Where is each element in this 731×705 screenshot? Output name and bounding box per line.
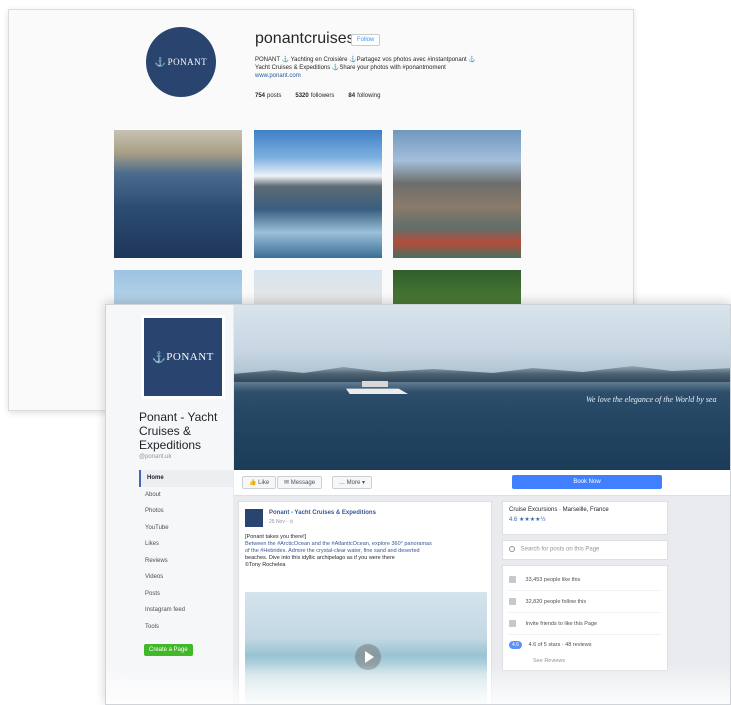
more-label: More xyxy=(346,480,361,486)
post-author-avatar[interactable] xyxy=(245,509,263,527)
cover-ship-superstructure xyxy=(362,381,388,387)
following-label: following xyxy=(357,93,381,99)
cover-mountains xyxy=(234,366,730,382)
create-page-button[interactable]: Create a Page xyxy=(144,644,193,656)
post-video[interactable] xyxy=(245,592,487,704)
page-action-bar: 👍 Like ✉ Message … More ▾ Book Now xyxy=(234,470,730,496)
bio-link[interactable]: www.ponant.com xyxy=(255,72,525,80)
facebook-post: Ponant - Yacht Cruises & Expeditions 25 … xyxy=(238,501,492,704)
followers-stat[interactable]: 5320 followers xyxy=(295,93,334,99)
following-stat[interactable]: 84 following xyxy=(348,93,380,99)
more-button[interactable]: … More ▾ xyxy=(332,476,373,489)
facebook-right-column: Cruise Excursions · Marseille, France 4.… xyxy=(502,501,668,676)
ellipsis-icon: … xyxy=(339,480,345,486)
message-label: Message xyxy=(290,480,316,486)
page-title: Ponant - Yacht Cruises & Expeditions xyxy=(139,410,218,452)
likes-stat: 33,453 people like this xyxy=(509,569,661,591)
nav-item-videos[interactable]: Videos xyxy=(139,569,233,586)
invite-icon xyxy=(509,620,516,628)
post-date[interactable]: 25 Nov · ⊙ xyxy=(269,519,293,525)
search-icon xyxy=(509,546,515,552)
nav-item-instagram-feed[interactable]: Instagram feed xyxy=(139,602,233,619)
invite-friends[interactable]: Invite friends to like this Page xyxy=(509,613,661,635)
post-text-line: [Ponant takes you there!] xyxy=(245,534,307,540)
followers-label: followers xyxy=(310,93,335,99)
instagram-avatar[interactable]: ⚓ PONANT xyxy=(146,27,216,97)
post-text-line: ©Tony Rochelea xyxy=(245,562,286,568)
instagram-photo-tile[interactable] xyxy=(393,130,521,258)
cover-tagline: We love the elegance of the World by sea xyxy=(586,395,717,404)
followers-count: 5320 xyxy=(295,93,309,99)
page-rating: 4.6 ★★★★½ xyxy=(509,517,546,523)
post-author-name[interactable]: Ponant - Yacht Cruises & Expeditions xyxy=(269,510,376,516)
bio-line-1: PONANT ⚓ Yachting en Croisière ⚓Partagez… xyxy=(255,57,476,63)
follows-stat: 32,820 people follow this xyxy=(509,591,661,613)
posts-count: 754 xyxy=(255,93,266,99)
instagram-photo-tile[interactable] xyxy=(254,130,382,258)
nav-item-reviews[interactable]: Reviews xyxy=(139,553,233,570)
reviews-text: 4.6 of 5 stars · 48 reviews xyxy=(528,642,592,648)
instagram-stats: 754 posts 5320 followers 84 following xyxy=(255,93,380,99)
instagram-bio: PONANT ⚓ Yachting en Croisière ⚓Partagez… xyxy=(255,56,525,80)
nav-item-likes[interactable]: Likes xyxy=(139,536,233,553)
nav-item-tools[interactable]: Tools xyxy=(139,619,233,636)
page-search[interactable]: Search for posts on this Page xyxy=(502,540,668,560)
thumbs-up-icon xyxy=(509,576,516,584)
likes-stat-text: 33,453 people like this xyxy=(525,577,581,583)
community-box: 33,453 people like this 32,820 people fo… xyxy=(502,565,668,671)
reviews-summary[interactable]: 4.6 4.6 of 5 stars · 48 reviews xyxy=(509,635,661,655)
like-label: Like xyxy=(258,480,270,486)
page-handle[interactable]: @ponant.uk xyxy=(139,454,171,460)
nav-item-about[interactable]: About xyxy=(139,487,233,504)
see-reviews-link[interactable]: See Reviews xyxy=(509,655,661,667)
like-button[interactable]: 👍 Like xyxy=(242,476,277,489)
page-category[interactable]: Cruise Excursions · Marseille, France xyxy=(509,507,661,513)
follows-stat-text: 32,820 people follow this xyxy=(525,599,587,605)
chevron-down-icon: ▾ xyxy=(362,480,366,486)
ponant-logo-icon: ⚓ xyxy=(152,351,167,364)
facebook-logo-brand: PONANT xyxy=(166,351,214,363)
message-icon: ✉ xyxy=(284,480,290,486)
instagram-username: ponantcruises xyxy=(255,30,355,47)
facebook-page-card: ⚓ PONANT Ponant - Yacht Cruises & Expedi… xyxy=(105,304,731,705)
book-now-button[interactable]: Book Now xyxy=(512,475,662,489)
posts-label: posts xyxy=(267,93,282,99)
ponant-logo-icon: ⚓ xyxy=(154,56,167,67)
post-text-line: Between the #ArcticOcean and the #Atlant… xyxy=(245,541,432,547)
play-icon[interactable] xyxy=(355,644,381,670)
follow-icon xyxy=(509,598,516,606)
invite-friends-text: Invite friends to like this Page xyxy=(525,621,598,627)
nav-item-youtube[interactable]: YouTube xyxy=(139,520,233,537)
follow-button[interactable]: Follow xyxy=(351,34,381,46)
bio-line-2: Yacht Cruises & Expeditions ⚓Share your … xyxy=(255,65,446,71)
rating-badge: 4.6 xyxy=(509,640,522,649)
posts-stat: 754 posts xyxy=(255,93,281,99)
facebook-left-column: ⚓ PONANT Ponant - Yacht Cruises & Expedi… xyxy=(106,305,233,704)
page-nav: Home About Photos YouTube Likes Reviews … xyxy=(139,470,233,635)
nav-item-home[interactable]: Home xyxy=(139,470,233,487)
following-count: 84 xyxy=(348,93,356,99)
page-category-box: Cruise Excursions · Marseille, France 4.… xyxy=(502,501,668,535)
search-input[interactable]: Search for posts on this Page xyxy=(521,547,600,553)
post-text: [Ponant takes you there!] Between the #A… xyxy=(245,534,485,569)
cover-photo[interactable]: We love the elegance of the World by sea xyxy=(234,305,730,470)
post-text-line: of the #Hebrides. Admire the crystal-cle… xyxy=(245,548,420,554)
nav-item-posts[interactable]: Posts xyxy=(139,586,233,603)
like-icon: 👍 xyxy=(249,480,257,486)
post-text-line: beaches. Dive into this idyllic archipel… xyxy=(245,555,395,561)
facebook-profile-picture[interactable]: ⚓ PONANT xyxy=(141,315,225,399)
instagram-avatar-brand: PONANT xyxy=(167,57,208,67)
instagram-photo-tile[interactable] xyxy=(114,130,242,258)
message-button[interactable]: ✉ Message xyxy=(277,476,323,489)
nav-item-photos[interactable]: Photos xyxy=(139,503,233,520)
